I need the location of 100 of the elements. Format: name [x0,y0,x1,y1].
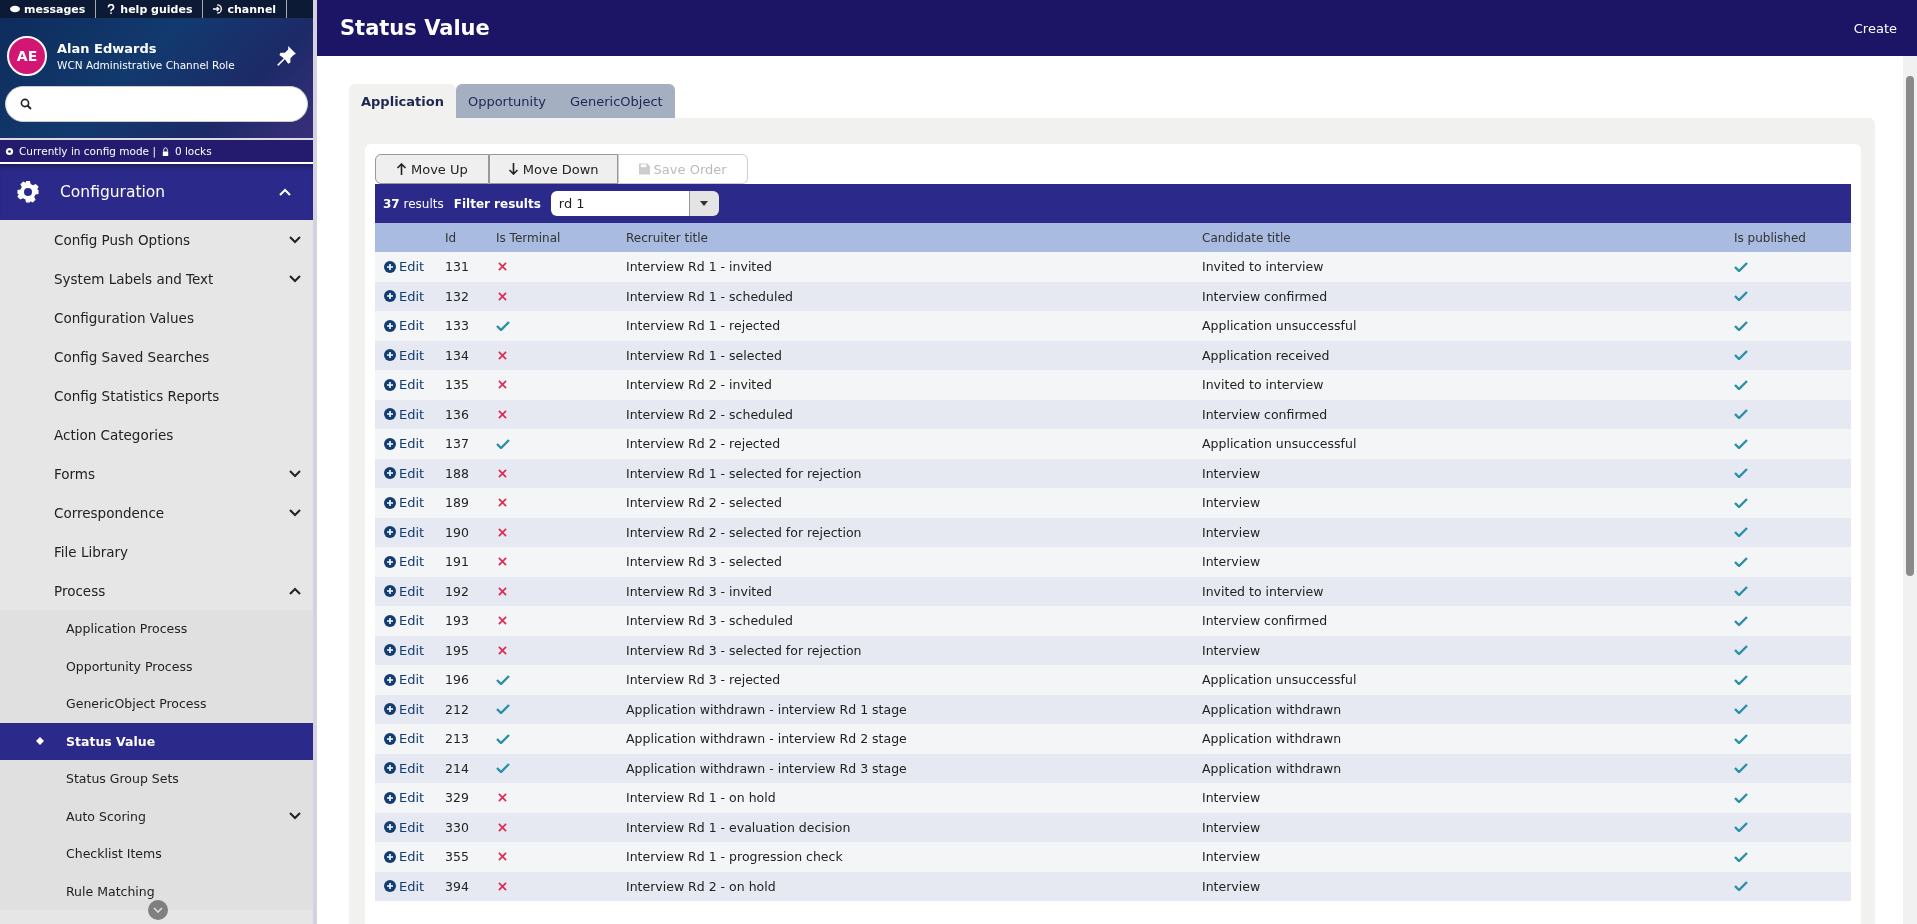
table-cell-text: Interview Rd 2 - selected for rejection [626,524,863,540]
nav-section-header[interactable]: Configuration [0,164,313,220]
edit-link[interactable]: Edit [384,465,425,481]
edit-link[interactable]: Edit [384,436,425,452]
scrollbar-thumb[interactable] [1906,76,1914,576]
edit-link[interactable]: Edit [384,790,425,806]
table-cell-text: Interview [1202,554,1262,570]
results-count: 37 results [383,196,444,211]
dropdown-button[interactable] [688,191,719,216]
table-cell-text: Interview Rd 3 - rejected [626,672,782,688]
table-cell-text: 214 [445,760,470,776]
nav-subitem[interactable]: Auto Scoring [0,797,313,835]
table-cell-text: 192 [445,583,470,599]
table-cell-text: Interview confirmed [1202,288,1329,304]
nav-subitem[interactable]: Status Group Sets [0,760,313,798]
pin-icon[interactable] [275,45,297,67]
mode-text: Currently in config mode | [19,145,156,157]
tab[interactable]: Application [349,84,456,118]
table-cell-text: Interview Rd 1 - on hold [626,790,777,806]
edit-link[interactable]: Edit [384,554,425,570]
table-cell-text: Application withdrawn [1202,701,1343,717]
edit-link[interactable]: Edit [384,495,425,511]
nav-item[interactable]: Process [0,571,313,610]
plus-circle-icon [384,791,396,804]
table-cell-text: Interview Rd 3 - selected for rejection [626,642,863,658]
edit-link[interactable]: Edit [384,731,425,747]
table-cell-text: Application unsuccessful [1202,436,1358,452]
nav-item[interactable]: File Library [0,532,313,571]
nav-subitem[interactable]: Rule Matching [0,872,313,910]
table-cell-text: Application withdrawn - interview Rd 3 stage [626,760,908,776]
table-cell-text: Invited to interview [1202,583,1325,599]
table-cell-text: Interview Rd 2 - rejected [626,436,782,452]
nav-subitem[interactable]: GenericObject Process [0,685,313,723]
table-cell-text: 330 [445,819,470,835]
plus-circle-icon [384,703,396,716]
scroll-down-button[interactable] [148,900,168,920]
top-link[interactable]: messages [0,0,97,18]
toolbar-button[interactable]: Move Down [488,154,618,184]
edit-link[interactable]: Edit [384,347,425,363]
caret-icon [700,201,709,206]
plus-circle-icon [384,644,396,657]
edit-link[interactable]: Edit [384,760,425,776]
tab[interactable]: Opportunity [455,84,558,118]
plus-circle-icon [384,260,396,273]
table-cell-text: Interview [1202,465,1262,481]
table-cell-text: Interview [1202,849,1262,865]
table-cell-text: Interview Rd 1 - selected for rejection [626,465,863,481]
nav-subitem[interactable]: Status Value [0,722,313,760]
edit-link[interactable]: Edit [384,288,425,304]
edit-link[interactable]: Edit [384,878,425,894]
plus-circle-icon [384,850,396,863]
toolbar-button[interactable]: Move Up [375,154,489,184]
nav-subitem[interactable]: Checklist Items [0,835,313,873]
edit-link[interactable]: Edit [384,701,425,717]
plus-circle-icon [384,526,396,539]
table-cell-text: Interview Rd 3 - invited [626,583,773,599]
nav-item[interactable]: Config Push Options [0,220,313,259]
nav-item[interactable]: Configuration Values [0,298,313,337]
nav-subitem[interactable]: Application Process [0,610,313,648]
nav-item[interactable]: Config Statistics Reports [0,376,313,415]
edit-link[interactable]: Edit [384,583,425,599]
user-name: Alan Edwards [57,41,158,56]
nav-item[interactable]: System Labels and Text [0,259,313,298]
column-header: Id [445,230,458,245]
plus-circle-icon [384,614,396,627]
page-title: Status Value [340,16,490,40]
nav-subitem[interactable]: Opportunity Process [0,647,313,685]
edit-link[interactable]: Edit [384,672,425,688]
filter-label: Filter results [453,196,541,211]
edit-link[interactable]: Edit [384,819,425,835]
edit-link[interactable]: Edit [384,377,425,393]
edit-link[interactable]: Edit [384,642,425,658]
top-link[interactable]: channel [203,0,288,18]
plus-circle-icon [384,496,396,509]
nav-item[interactable]: Config Saved Searches [0,337,313,376]
edit-link[interactable]: Edit [384,318,425,334]
table-cell-text: Application received [1202,347,1331,363]
table-cell-text: Application withdrawn - interview Rd 2 stage [626,731,908,747]
edit-link[interactable]: Edit [384,406,425,422]
edit-link[interactable]: Edit [384,613,425,629]
nav-item[interactable]: Forms [0,454,313,493]
plus-circle-icon [384,290,396,303]
nav-item[interactable]: Action Categories [0,415,313,454]
top-link[interactable]: help guides [96,0,204,18]
filter-field[interactable]: rd 1 [550,191,689,216]
table-cell-text: Interview Rd 2 - invited [626,377,773,393]
create-link[interactable]: Create [1853,20,1897,36]
table-cell-text: Interview Rd 1 - invited [626,259,773,275]
tab[interactable]: GenericObject [557,84,675,118]
search-field[interactable] [5,86,308,122]
edit-link[interactable]: Edit [384,259,425,275]
edit-link[interactable]: Edit [384,849,425,865]
column-header: Recruiter title [626,230,709,245]
edit-link[interactable]: Edit [384,524,425,540]
table-cell-text: Interview Rd 2 - scheduled [626,406,795,422]
table-cell-text: 193 [445,613,470,629]
nav-item[interactable]: Correspondence [0,493,313,532]
table-cell-text: 189 [445,495,470,511]
table-cell-text: 355 [445,849,470,865]
table-cell-text: 394 [445,878,470,894]
